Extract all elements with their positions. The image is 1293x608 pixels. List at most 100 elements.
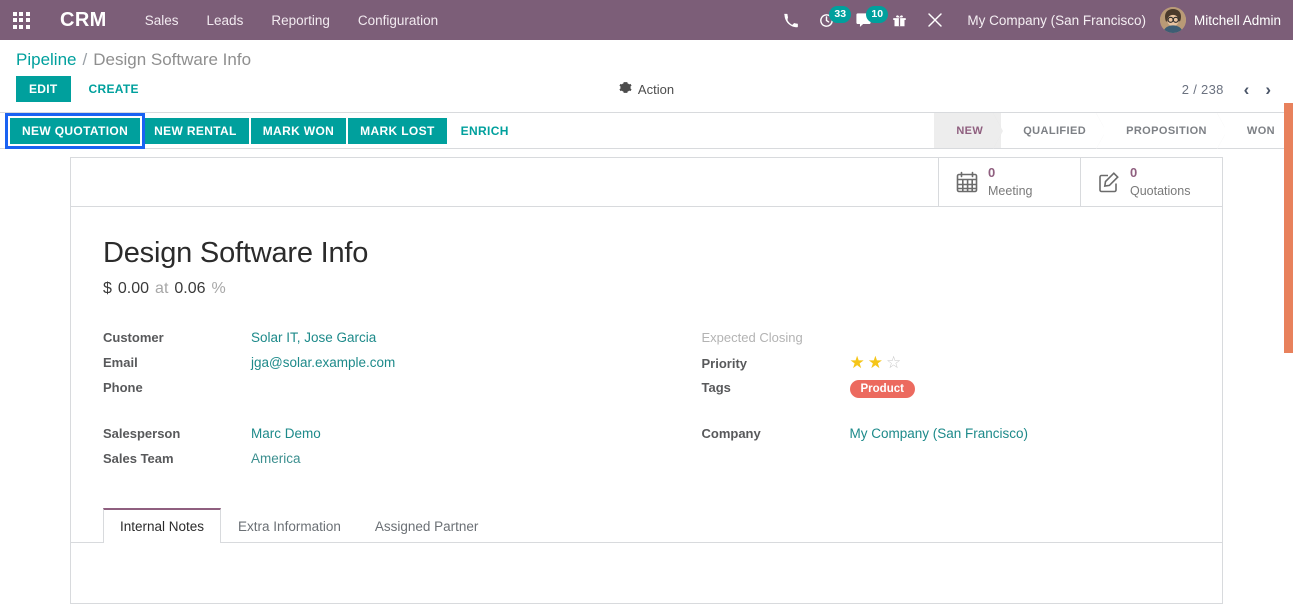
priority-star-1[interactable]: ★ [850,354,865,371]
meeting-smart-button-text: 0 Meeting [988,164,1032,201]
enrich-button[interactable]: ENRICH [449,118,521,144]
percent-symbol: % [212,280,226,298]
field-company-label: Company [702,424,850,441]
field-email: Email jga@solar.example.com [103,353,647,378]
menu-configuration[interactable]: Configuration [356,9,440,32]
tag-product[interactable]: Product [850,380,915,398]
field-priority: Priority ★ ★ ☆ [702,353,1191,378]
priority-stars: ★ ★ ☆ [850,353,902,371]
new-quotation-button[interactable]: NEW QUOTATION [10,118,140,144]
field-tags: Tags Product [702,378,1191,403]
quotations-label: Quotations [1130,184,1190,198]
field-salesperson-value[interactable]: Marc Demo [251,424,321,441]
gear-icon [619,81,632,97]
stage-won[interactable]: WON [1225,113,1293,148]
field-column-right: Expected Closing Priority ★ ★ ☆ Tags [647,328,1191,474]
create-button[interactable]: CREATE [77,76,151,102]
quotations-count: 0 [1130,165,1137,180]
scrollbar-thumb[interactable] [1284,103,1293,353]
mark-lost-button[interactable]: MARK LOST [348,118,446,144]
chevron-right-icon[interactable]: › [1259,79,1277,100]
stage-new-label: NEW [956,125,983,137]
field-phone: Phone [103,378,647,403]
field-salesperson: Salesperson Marc Demo [103,424,647,449]
user-menu[interactable]: Mitchell Admin [1156,7,1281,33]
field-sales-team-value[interactable]: America [251,449,301,466]
meeting-label: Meeting [988,184,1032,198]
field-customer-label: Customer [103,328,251,345]
chevron-left-icon[interactable]: ‹ [1238,79,1256,100]
systray: 33 10 My Company (San Francisco) [773,0,1293,40]
stage-new[interactable]: NEW [934,113,1001,148]
pager: 2 / 238 ‹ › [1182,79,1277,100]
pager-count: 2 / 238 [1182,82,1224,97]
field-company: Company My Company (San Francisco) [702,424,1191,449]
breadcrumb-pipeline[interactable]: Pipeline [16,50,77,70]
stage-qualified[interactable]: QUALIFIED [1001,113,1104,148]
priority-star-2[interactable]: ★ [868,354,883,371]
probability-value: 0.06 [174,280,205,298]
menu-reporting[interactable]: Reporting [269,9,332,32]
field-sales-team: Sales Team America [103,449,647,474]
quotations-smart-button[interactable]: 0 Quotations [1080,158,1222,206]
app-brand-crm[interactable]: CRM [60,9,107,32]
tab-assigned-partner[interactable]: Assigned Partner [358,508,496,543]
quotation-pencil-icon [1097,170,1121,194]
meeting-smart-button[interactable]: 0 Meeting [938,158,1080,206]
field-grid: Customer Solar IT, Jose Garcia Email jga… [103,328,1190,474]
field-email-value[interactable]: jga@solar.example.com [251,353,395,370]
field-tags-label: Tags [702,378,850,395]
expected-revenue-value: 0.00 [118,280,149,298]
breadcrumb-current: Design Software Info [93,50,251,70]
gift-icon[interactable] [882,0,917,40]
calendar-icon [955,170,979,194]
stage-proposition[interactable]: PROPOSITION [1104,113,1225,148]
tools-wrench-icon[interactable] [917,0,953,40]
field-expected-closing-label: Expected Closing [702,328,850,345]
tab-extra-information[interactable]: Extra Information [221,508,358,543]
username-label: Mitchell Admin [1194,13,1281,28]
action-menu-label: Action [638,82,674,97]
priority-star-3[interactable]: ☆ [886,354,901,371]
meeting-count: 0 [988,165,995,180]
notebook-page-internal-notes[interactable] [103,543,1190,603]
field-customer-value[interactable]: Solar IT, Jose Garcia [251,328,376,345]
form-view-sheet-area: 0 Meeting 0 Quotations Design Software [0,149,1293,608]
main-menu-bar: Sales Leads Reporting Configuration [143,9,440,32]
field-phone-label: Phone [103,378,251,395]
current-company-label[interactable]: My Company (San Francisco) [967,13,1146,28]
page-title: Design Software Info [103,237,1190,270]
breadcrumb: Pipeline / Design Software Info [0,40,1293,72]
field-group-spacer [103,403,647,424]
notebook-tabs: Internal Notes Extra Information Assigne… [71,508,1222,543]
stage-statusbar: NEW QUALIFIED PROPOSITION WON [934,113,1293,148]
new-rental-button[interactable]: NEW RENTAL [142,118,249,144]
phone-icon[interactable] [773,0,808,40]
vertical-scrollbar[interactable] [1284,103,1293,353]
activity-clock-icon[interactable]: 33 [808,0,845,40]
menu-leads[interactable]: Leads [205,9,246,32]
field-column-left: Customer Solar IT, Jose Garcia Email jga… [103,328,647,474]
tab-internal-notes[interactable]: Internal Notes [103,508,221,543]
field-email-label: Email [103,353,251,370]
currency-symbol: $ [103,280,112,298]
menu-sales[interactable]: Sales [143,9,181,32]
field-salesperson-label: Salesperson [103,424,251,441]
stage-arrow [1001,113,1011,148]
edit-button[interactable]: EDIT [16,76,71,102]
stage-arrow [1104,113,1114,148]
stage-proposition-label: PROPOSITION [1126,125,1207,137]
messaging-chat-icon[interactable]: 10 [845,0,882,40]
control-panel: Pipeline / Design Software Info EDIT CRE… [0,40,1293,113]
at-label: at [155,280,168,298]
action-menu-button[interactable]: Action [587,81,707,97]
apps-menu-button[interactable] [0,0,42,40]
grid-apps-icon [13,12,30,29]
smart-button-bar: 0 Meeting 0 Quotations [71,158,1222,207]
top-navbar: CRM Sales Leads Reporting Configuration … [0,0,1293,40]
expected-revenue-summary: $ 0.00 at 0.06 % [103,280,1190,298]
mark-won-button[interactable]: MARK WON [251,118,346,144]
field-company-value[interactable]: My Company (San Francisco) [850,424,1029,441]
field-sales-team-label: Sales Team [103,449,251,466]
stage-won-label: WON [1247,125,1275,137]
